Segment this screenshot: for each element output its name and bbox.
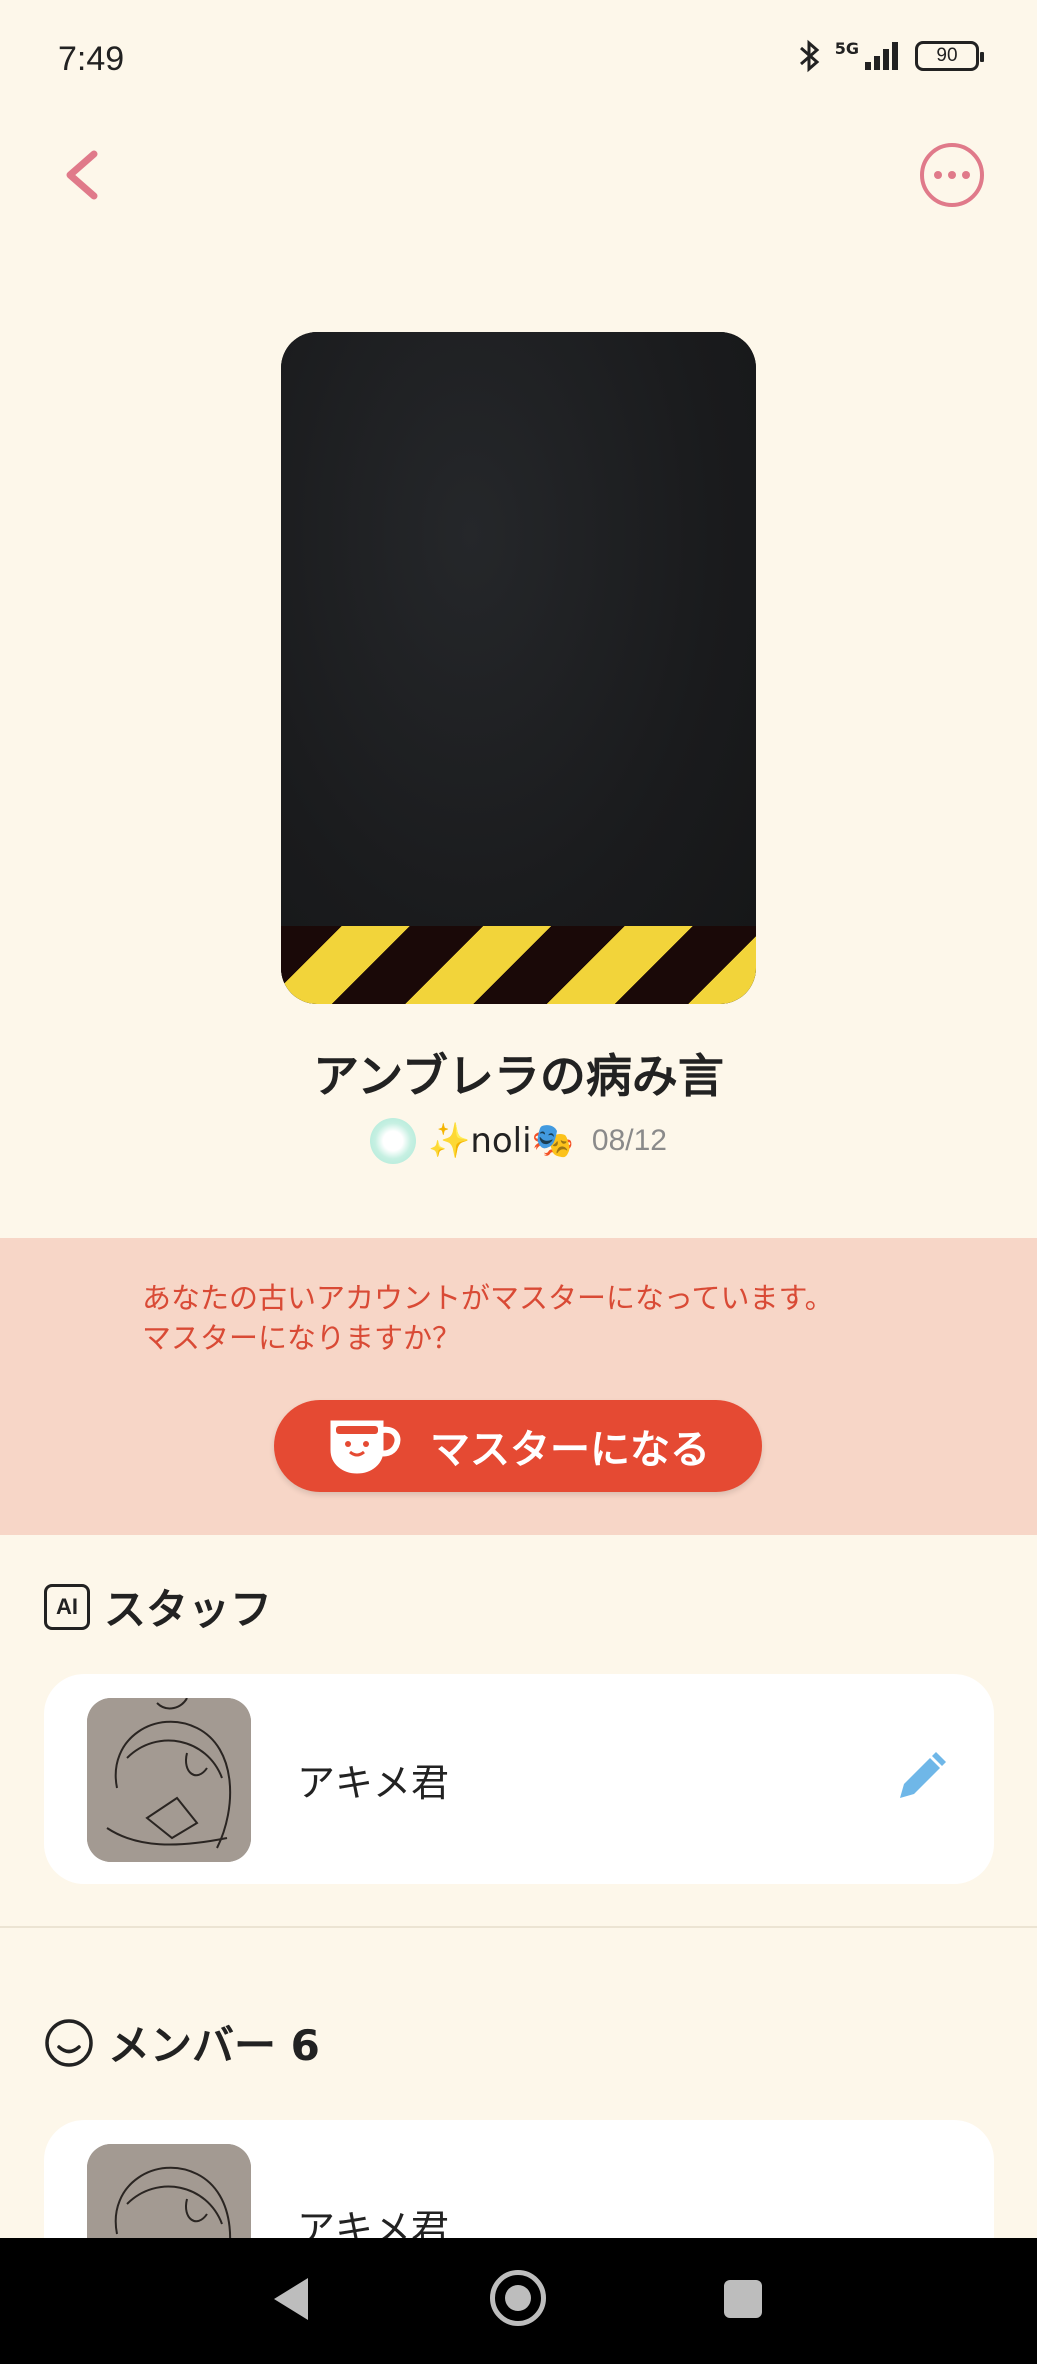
cover-background: [281, 332, 756, 1004]
status-icons: 5G 90: [797, 38, 984, 74]
notice-line-2: マスターになりますか？: [142, 1321, 462, 1355]
chevron-left-icon: [66, 150, 98, 200]
pencil-icon[interactable]: [890, 1748, 950, 1808]
master-notice-banner: あなたの古いアカウントがマスターになっています。 マスターになりますか？ マスタ…: [0, 1238, 1037, 1535]
become-master-button[interactable]: マスターになる: [274, 1400, 762, 1492]
hazard-stripes: [281, 926, 756, 1004]
more-options-button[interactable]: [920, 143, 984, 207]
staff-member-card[interactable]: アキメ君: [44, 1674, 994, 1884]
smile-icon: [45, 2018, 93, 2067]
room-cover-image[interactable]: [281, 332, 756, 1004]
owner-avatar[interactable]: [370, 1118, 416, 1164]
room-title: アンブレラの病み言: [313, 1049, 724, 1103]
room-detail-screen: 7:49 5G 90 アンブレラの病み言 ✨noli🎭 08/12 あなたの古い…: [0, 0, 1037, 2364]
back-button[interactable]: [56, 140, 116, 210]
battery-level: 90: [936, 45, 958, 66]
staff-section-header: AI スタッフ: [44, 1576, 272, 1637]
owner-row[interactable]: ✨noli🎭 08/12: [0, 1118, 1037, 1164]
signal-icon: [865, 42, 898, 70]
status-time: 7:49: [58, 40, 125, 78]
nav-home-icon[interactable]: [490, 2270, 546, 2326]
more-dot: [948, 171, 956, 179]
staff-member-avatar: [87, 1698, 251, 1862]
bluetooth-icon: [799, 39, 820, 73]
notice-line-1: あなたの古いアカウントがマスターになっています。: [142, 1281, 834, 1315]
created-date: 08/12: [591, 1124, 667, 1157]
avatar-sketch: [87, 1698, 251, 1862]
more-dots-icon: [934, 171, 942, 179]
cup-icon: [330, 1420, 401, 1474]
ai-icon: AI: [44, 1583, 90, 1630]
section-divider: [0, 1926, 1037, 1928]
nav-recent-icon[interactable]: [724, 2280, 762, 2318]
staff-heading: スタッフ: [104, 1585, 273, 1634]
status-bar: 7:49 5G 90: [0, 0, 1037, 120]
more-dot: [962, 171, 970, 179]
battery-icon: 90: [915, 41, 984, 71]
become-master-label: マスターになる: [430, 1427, 710, 1473]
owner-name[interactable]: ✨noli🎭: [428, 1121, 574, 1161]
network-label: 5G: [834, 38, 859, 58]
members-heading: メンバー 6: [108, 2021, 320, 2070]
system-nav-bar: [0, 2238, 1037, 2364]
nav-back-icon[interactable]: [268, 2274, 312, 2324]
members-section-header: メンバー 6: [44, 2012, 320, 2073]
notice-text: あなたの古いアカウントがマスターになっています。 マスターになりますか？: [142, 1278, 962, 1358]
staff-member-name: アキメ君: [297, 1761, 450, 1805]
